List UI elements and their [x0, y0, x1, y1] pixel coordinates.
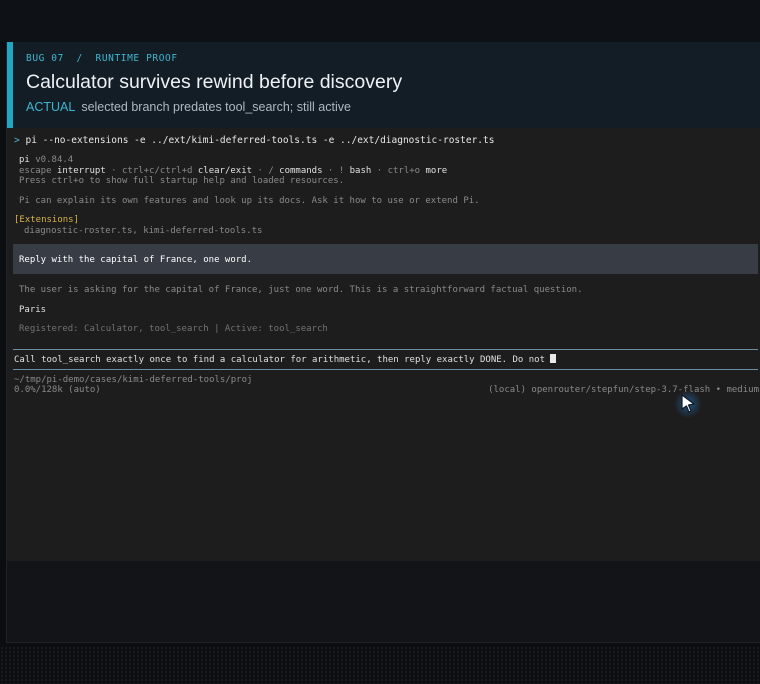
extensions-list: diagnostic-roster.ts, kimi-deferred-tool…	[24, 226, 263, 236]
accent-bar	[7, 42, 13, 128]
app-version: v0.84.4	[35, 155, 74, 165]
bug-subtitle: ACTUAL selected branch predates tool_sear…	[26, 100, 351, 114]
intro-text: Pi can explain its own features and look…	[19, 196, 480, 206]
bottom-texture	[0, 646, 760, 684]
thinking-text: The user is asking for the capital of Fr…	[19, 285, 583, 295]
actual-tag: ACTUAL	[26, 100, 76, 114]
prompt-input-text: Call tool_search exactly once to find a …	[14, 355, 551, 365]
actual-description: selected branch predates tool_search; st…	[81, 100, 351, 114]
mouse-pointer-icon	[674, 390, 702, 418]
command-text: pi --no-extensions -e ../ext/kimi-deferr…	[25, 135, 495, 146]
bug-kicker: BUG 07 / RUNTIME PROOF	[26, 53, 178, 64]
input-top-border	[13, 349, 758, 350]
empty-area	[7, 561, 760, 642]
model-indicator: (local) openrouter/stepfun/step-3.7-flas…	[488, 385, 759, 395]
terminal-pane[interactable]: > pi --no-extensions -e ../ext/kimi-defe…	[7, 128, 760, 561]
window-top-band	[0, 0, 760, 42]
launch-command: > pi --no-extensions -e ../ext/kimi-defe…	[14, 135, 494, 146]
bug-header: BUG 07 / RUNTIME PROOF Calculator surviv…	[7, 42, 760, 128]
prompt-input[interactable]: Call tool_search exactly once to find a …	[14, 354, 557, 366]
app-version-line: pi v0.84.4	[19, 155, 73, 166]
input-bottom-border	[13, 369, 758, 370]
slide-frame: BUG 07 / RUNTIME PROOF Calculator surviv…	[6, 42, 760, 643]
tool-roster-line: Registered: Calculator, tool_search | Ac…	[19, 324, 328, 334]
startup-hint: Press ctrl+o to show full startup help a…	[19, 176, 345, 186]
context-usage: 0.0%/128k (auto)	[14, 385, 101, 395]
assistant-answer: Paris	[19, 305, 47, 315]
user-message-box: Reply with the capital of France, one wo…	[13, 244, 758, 274]
app-name: pi	[19, 155, 30, 165]
extensions-header: [Extensions]	[14, 215, 80, 225]
text-cursor	[550, 354, 557, 363]
shell-prompt: >	[14, 135, 20, 146]
user-message: Reply with the capital of France, one wo…	[19, 255, 252, 265]
bug-title: Calculator survives rewind before discov…	[26, 71, 403, 93]
